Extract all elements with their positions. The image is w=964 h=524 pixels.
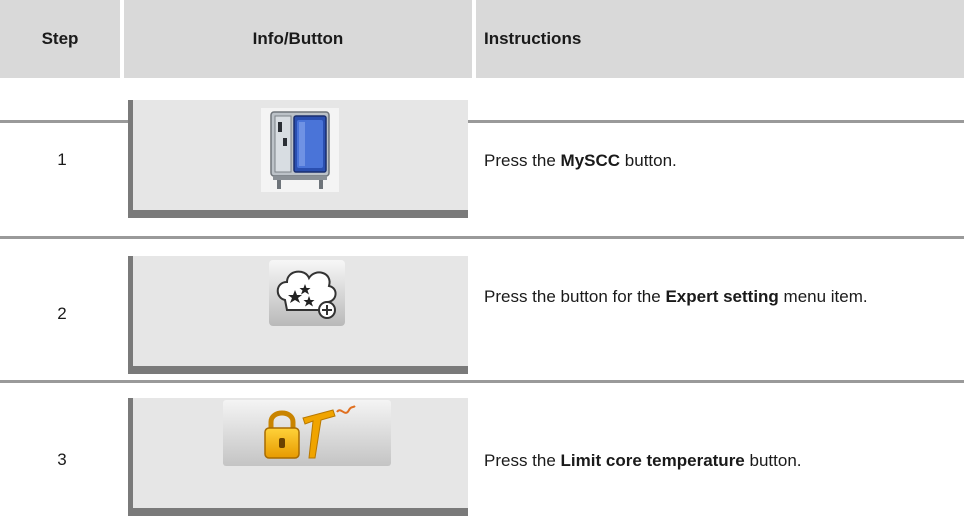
combi-oven-icon xyxy=(261,108,339,192)
instruction-text: Press the Limit core temperature button. xyxy=(484,451,802,470)
button-panel xyxy=(128,256,468,374)
expert-setting-chef-hat-icon xyxy=(269,260,345,326)
row-divider xyxy=(0,236,964,239)
instruction-text: Press the button for the Expert setting … xyxy=(484,287,868,306)
button-panel xyxy=(128,398,468,516)
row-divider xyxy=(0,380,964,383)
button-panel xyxy=(128,100,468,218)
instruction-text: Press the MySCC button. xyxy=(484,151,677,170)
limit-core-temperature-button[interactable] xyxy=(223,400,391,466)
header-info-button: Info/Button xyxy=(124,0,472,78)
header-instructions: Instructions xyxy=(476,0,964,78)
step-number: 1 xyxy=(57,150,67,169)
step-number: 3 xyxy=(57,450,67,469)
expert-setting-button[interactable] xyxy=(269,260,345,326)
myscc-button[interactable] xyxy=(261,108,339,192)
header-step: Step xyxy=(0,0,120,78)
step-number: 2 xyxy=(57,304,67,323)
limit-core-temperature-icon xyxy=(223,400,391,466)
